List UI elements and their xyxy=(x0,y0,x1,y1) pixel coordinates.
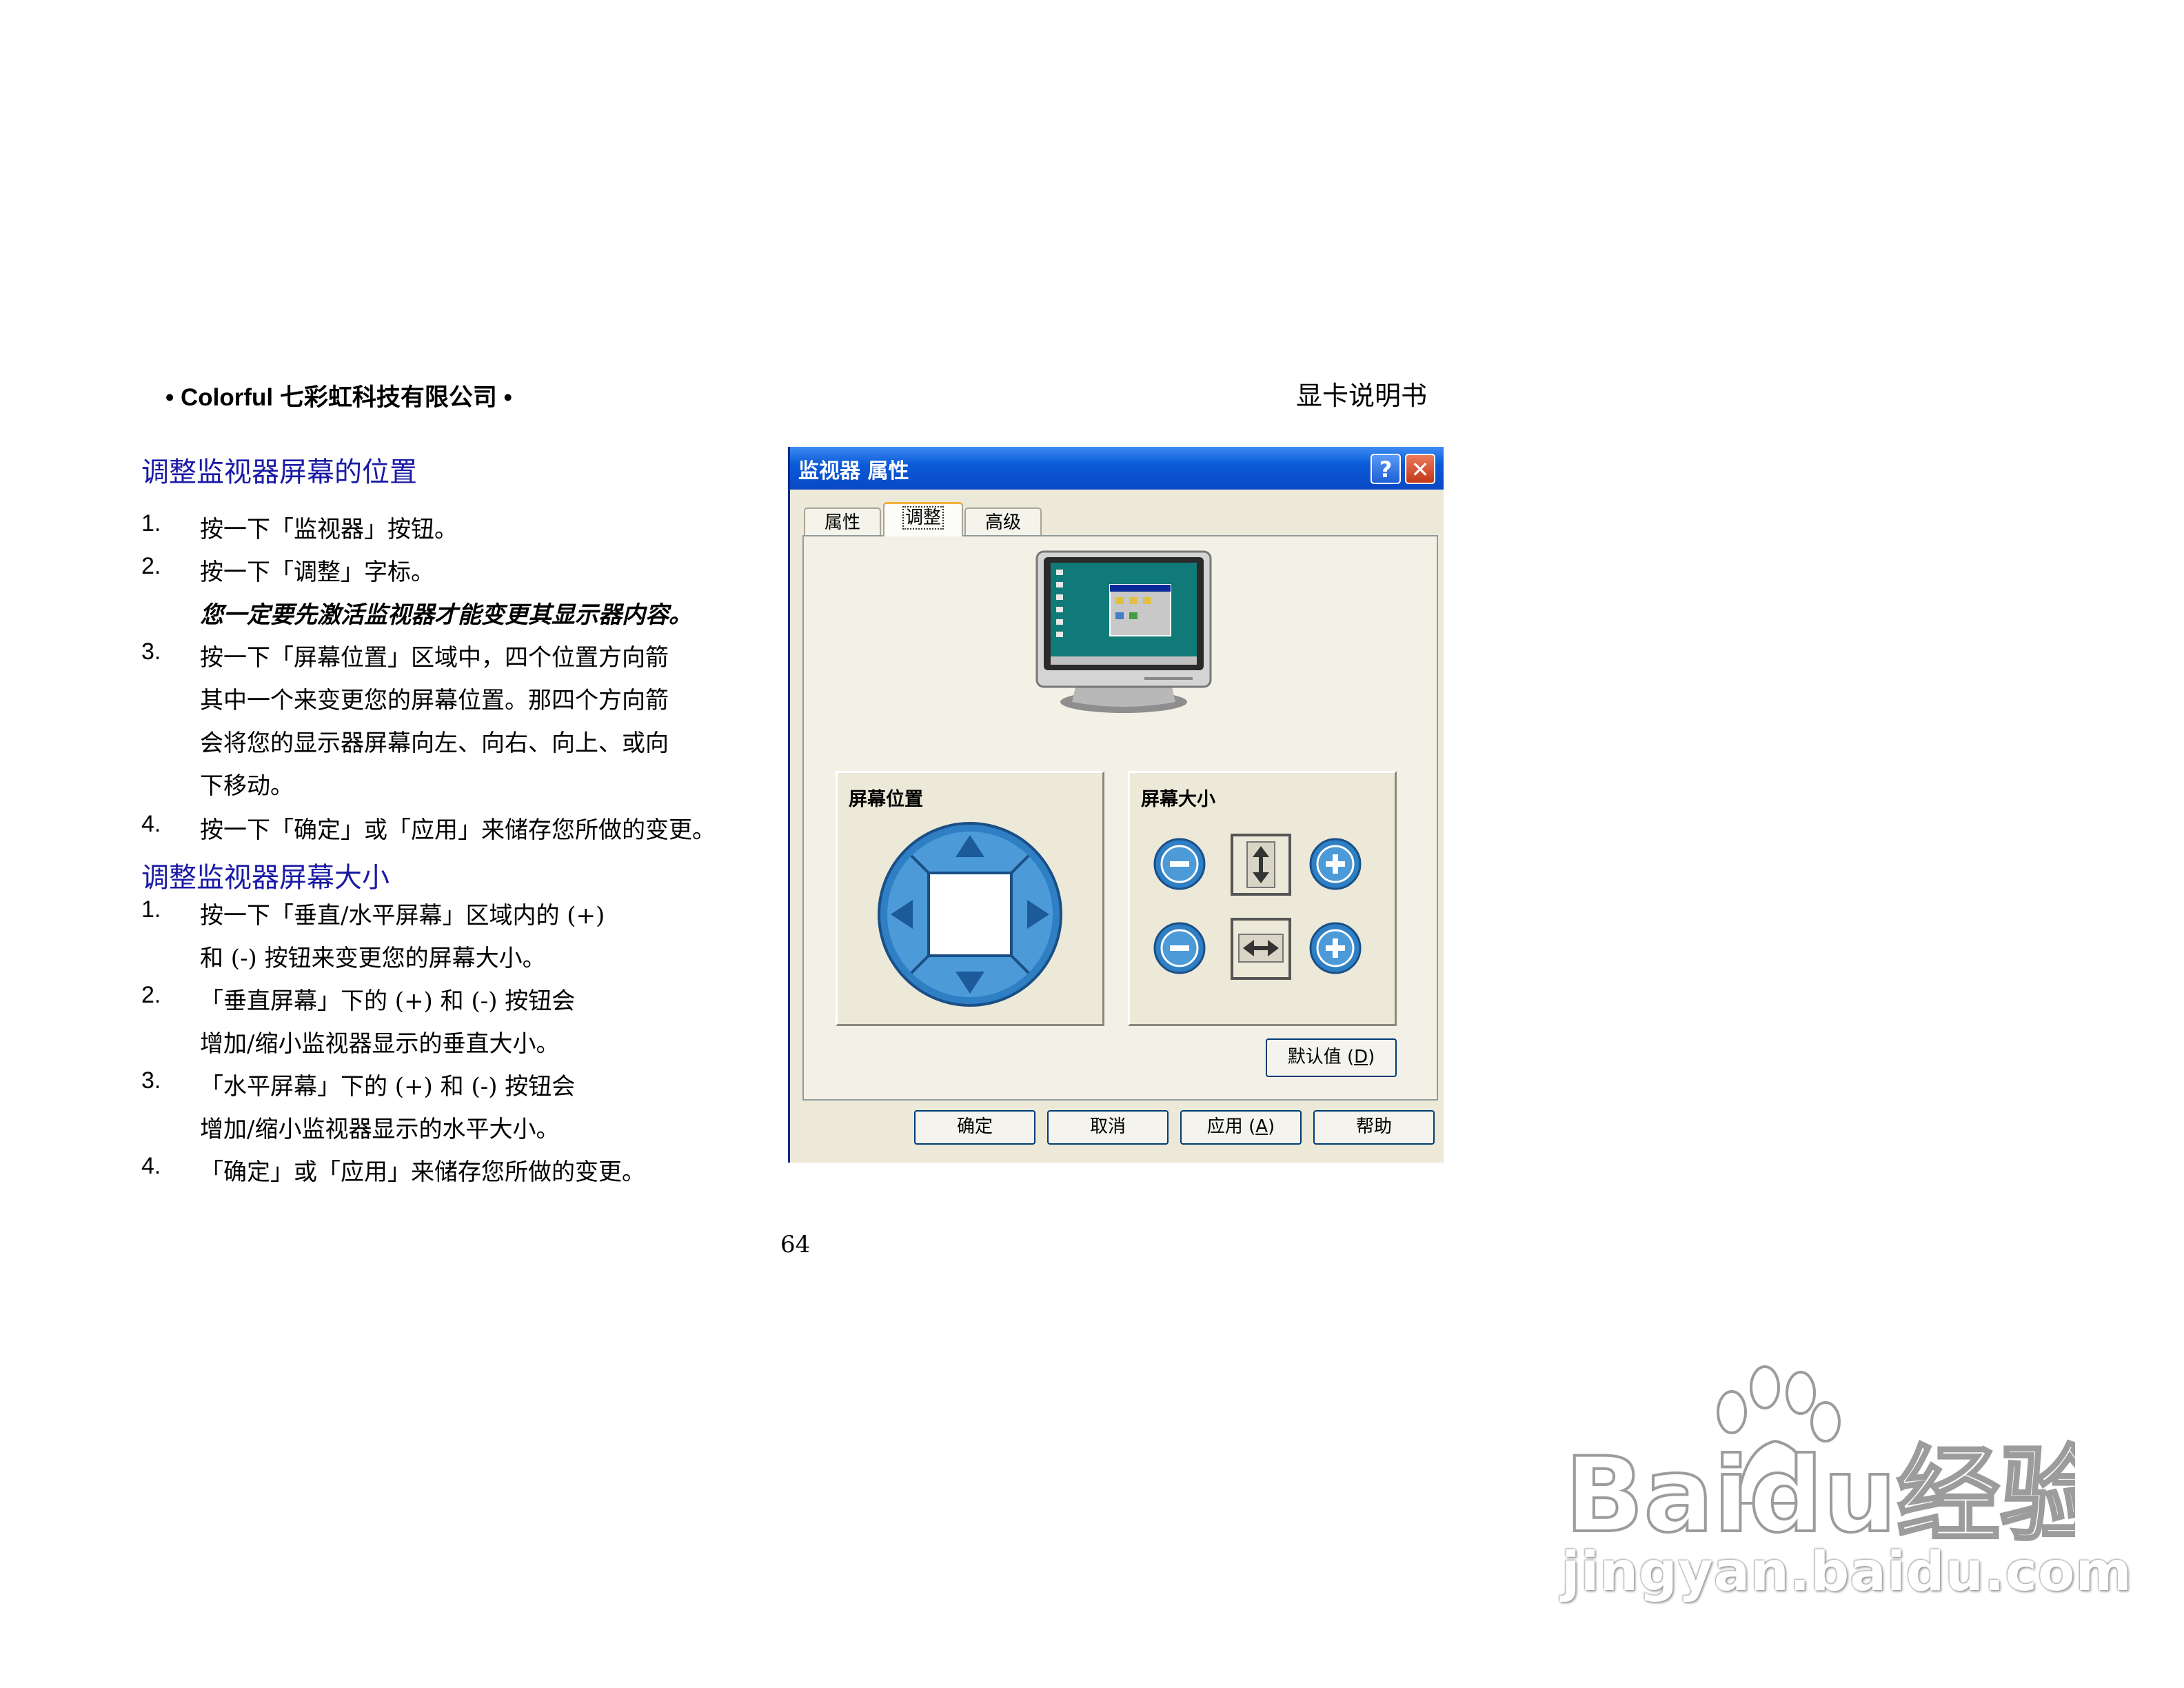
ok-button[interactable]: 确定 xyxy=(914,1110,1035,1145)
step-text: 其中一个来变更您的屏幕位置。那四个方向箭 xyxy=(200,687,669,714)
section-heading-position: 调整监视器屏幕的位置 xyxy=(141,456,417,488)
apply-shortcut-key: A xyxy=(1255,1116,1268,1137)
step-text: 「确定」或「应用」来储存您所做的变更。 xyxy=(200,1158,645,1186)
step-number: 4. xyxy=(141,1153,161,1179)
defaults-button[interactable]: 默认值 (D) xyxy=(1266,1038,1397,1077)
step-text: 按一下「屏幕位置」区域中，四个位置方向箭 xyxy=(200,644,669,672)
horizontal-plus-button[interactable] xyxy=(1309,922,1362,974)
defaults-label: 默认值 xyxy=(1287,1047,1342,1067)
section-heading-size: 调整监视器屏幕大小 xyxy=(141,862,390,894)
step-text: 按一下「监视器」按钮。 xyxy=(200,516,458,543)
step-text: 增加/缩小监视器显示的水平大小。 xyxy=(200,1116,560,1143)
dialog-title: 监视器 属性 xyxy=(798,459,909,483)
step-text: 增加/缩小监视器显示的垂直大小。 xyxy=(200,1030,560,1058)
defaults-shortcut-key: D xyxy=(1354,1047,1368,1067)
screen-size-title: 屏幕大小 xyxy=(1141,789,1215,810)
vertical-size-icon xyxy=(1231,834,1291,896)
help-button[interactable]: 帮助 xyxy=(1313,1110,1435,1145)
tab-properties[interactable]: 属性 xyxy=(804,508,881,535)
position-arrow-pad xyxy=(878,822,1062,1007)
page-number: 64 xyxy=(780,1231,811,1258)
help-title-button[interactable]: ? xyxy=(1371,454,1401,484)
dialog-titlebar[interactable]: 监视器 属性 ? ✕ xyxy=(790,447,1444,490)
watermark-url: jingyan.baidu.com xyxy=(1561,1541,2132,1603)
cancel-button[interactable]: 取消 xyxy=(1047,1110,1169,1145)
step-text: 按一下「调整」字标。 xyxy=(200,559,434,586)
step-text: 按一下「垂直/水平屏幕」区域内的 (+) xyxy=(200,902,605,930)
step-number: 1. xyxy=(141,896,161,923)
step-number: 1. xyxy=(141,510,161,536)
step-number: 4. xyxy=(141,811,161,837)
step-number: 3. xyxy=(141,639,161,665)
company-header: • Colorful 七彩虹科技有限公司 • xyxy=(165,384,512,411)
monitor-properties-dialog: 监视器 属性 ? ✕ 属性 调整 高级 屏幕位置 屏幕大小 默认值 (D) 确定… xyxy=(788,447,1444,1163)
tab-adjust-label: 调整 xyxy=(902,506,944,530)
apply-label: 应用 xyxy=(1206,1116,1243,1137)
vertical-plus-button[interactable] xyxy=(1309,838,1362,890)
tab-panel: 屏幕位置 屏幕大小 默认值 (D) xyxy=(802,535,1438,1101)
step-text: 按一下「确定」或「应用」来储存您所做的变更。 xyxy=(200,816,716,844)
tab-advanced[interactable]: 高级 xyxy=(964,508,1042,535)
screen-size-controls xyxy=(1153,834,1362,980)
tab-adjust[interactable]: 调整 xyxy=(883,502,963,536)
vertical-minus-button[interactable] xyxy=(1153,838,1206,890)
screen-position-title: 屏幕位置 xyxy=(849,789,923,810)
step-note: 您一定要先激活监视器才能变更其显示器内容。 xyxy=(200,601,692,629)
screen-size-group: 屏幕大小 xyxy=(1128,771,1397,1026)
step-text: 和 (-) 按钮来变更您的屏幕大小。 xyxy=(200,945,546,972)
step-number: 3. xyxy=(141,1067,161,1094)
step-number: 2. xyxy=(141,982,161,1008)
screen-position-group: 屏幕位置 xyxy=(836,771,1104,1026)
step-text: 「垂直屏幕」下的 (+) 和 (-) 按钮会 xyxy=(200,987,576,1015)
apply-button[interactable]: 应用 (A) xyxy=(1180,1110,1302,1145)
close-button[interactable]: ✕ xyxy=(1405,454,1435,484)
watermark-brand: Baidu经验 xyxy=(1565,1436,2075,1556)
horizontal-minus-button[interactable] xyxy=(1153,922,1206,974)
step-text: 下移动。 xyxy=(200,772,294,800)
step-text: 「水平屏幕」下的 (+) 和 (-) 按钮会 xyxy=(200,1073,576,1101)
horizontal-size-icon xyxy=(1231,918,1291,980)
step-number: 2. xyxy=(141,553,161,579)
step-text: 会将您的显示器屏幕向左、向右、向上、或向 xyxy=(200,730,669,757)
monitor-illustration xyxy=(1035,550,1212,713)
manual-title: 显卡说明书 xyxy=(1296,381,1428,411)
